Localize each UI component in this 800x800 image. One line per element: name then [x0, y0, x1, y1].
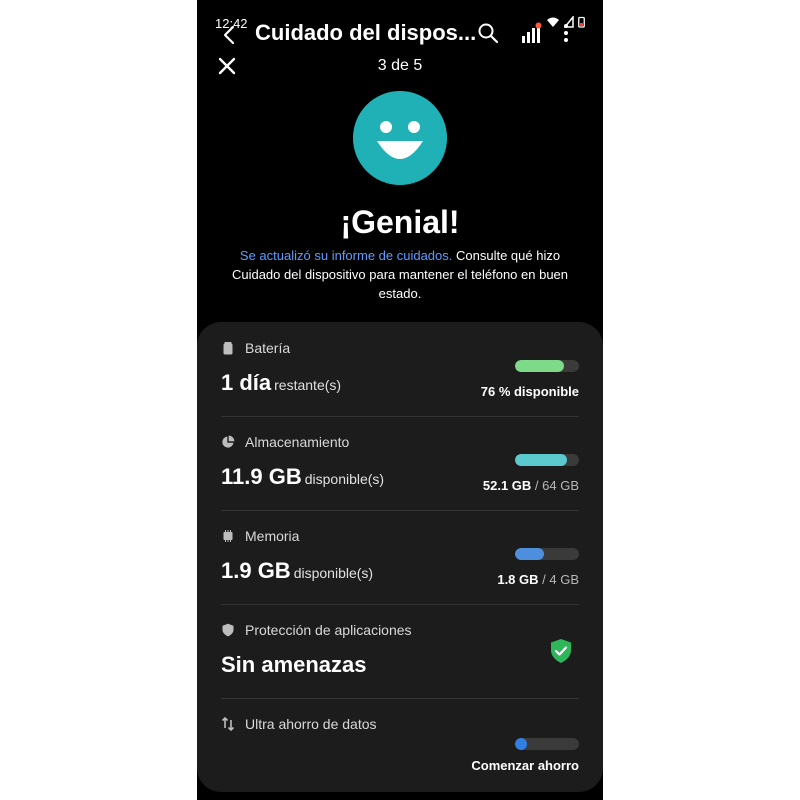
shield-icon — [222, 623, 234, 637]
pie-chart-icon — [222, 435, 235, 448]
storage-meta: 52.1 GB / 64 GB — [483, 478, 579, 493]
signal-bars-icon[interactable] — [521, 22, 543, 44]
battery-meta: 76 % disponible — [481, 384, 579, 399]
protection-label: Protección de aplicaciones — [245, 622, 412, 638]
shield-check-icon — [551, 639, 571, 663]
battery-bar-fill — [515, 360, 564, 372]
storage-bar — [515, 454, 579, 466]
search-icon[interactable] — [477, 22, 499, 44]
protection-row[interactable]: Protección de aplicaciones Sin amenazas — [221, 604, 579, 698]
headline: ¡Genial! — [340, 204, 460, 240]
battery-bar — [515, 360, 579, 372]
wifi-icon — [547, 17, 559, 27]
battery-value-number: 1 día — [221, 370, 272, 395]
data-saver-bar — [515, 738, 579, 750]
more-vertical-icon[interactable] — [559, 22, 573, 44]
chip-icon — [223, 530, 233, 542]
storage-used: 52.1 GB — [482, 478, 532, 493]
phone-screen: 12:42 Cuidado del dispos... 3 de 5 ¡Geni… — [197, 0, 603, 800]
battery-icon — [223, 342, 233, 355]
memory-meta: 1.8 GB / 4 GB — [497, 572, 579, 587]
back-arrow-icon[interactable] — [219, 24, 241, 46]
battery-status-icon — [578, 16, 585, 28]
start-saving-button[interactable]: Comenzar ahorro — [471, 758, 579, 773]
data-saver-label: Ultra ahorro de datos — [245, 716, 377, 732]
memory-label: Memoria — [245, 528, 300, 544]
memory-value-unit: disponible(s) — [293, 565, 374, 581]
protection-value: Sin amenazas — [221, 652, 367, 678]
memory-row[interactable]: Memoria 1.9 GB disponible(s) 1.8 GB / 4 G… — [221, 510, 579, 604]
report-link[interactable]: Se actualizó su informe de cuidados. — [240, 248, 452, 263]
page-title: Cuidado del dispos... — [255, 20, 477, 45]
storage-bar-fill — [515, 454, 567, 466]
storage-value-unit: disponible(s) — [304, 471, 385, 487]
device-care-card: Batería 1 día restante(s) 76 % disponible… — [197, 322, 603, 792]
memory-value: 1.9 GB disponible(s) — [221, 558, 373, 584]
battery-value-unit: restante(s) — [274, 377, 342, 393]
storage-value: 11.9 GB disponible(s) — [221, 464, 384, 490]
battery-label: Batería — [245, 340, 291, 356]
data-saver-icon — [221, 717, 235, 731]
page-indicator: 3 de 5 — [377, 57, 423, 74]
data-saver-bar-fill — [515, 738, 527, 750]
battery-value: 1 día restante(s) — [221, 370, 341, 396]
memory-bar — [515, 548, 579, 560]
memory-value-number: 1.9 GB — [221, 558, 291, 583]
memory-used: 1.8 GB — [497, 572, 539, 587]
data-saver-row[interactable]: Ultra ahorro de datos Comenzar ahorro — [221, 698, 579, 792]
data-saver-meta: Comenzar ahorro — [471, 758, 579, 773]
battery-row[interactable]: Batería 1 día restante(s) 76 % disponible — [221, 322, 579, 416]
protection-status: Sin amenazas — [221, 652, 367, 677]
battery-percent-text: 76 % disponible — [480, 384, 579, 399]
storage-value-number: 11.9 GB — [221, 464, 302, 489]
storage-total: / 64 GB — [531, 478, 579, 493]
smiley-face-icon — [353, 91, 447, 185]
memory-total: / 4 GB — [538, 572, 579, 587]
description: Se actualizó su informe de cuidados. Con… — [223, 246, 577, 303]
storage-label: Almacenamiento — [245, 434, 350, 450]
memory-bar-fill — [515, 548, 544, 560]
storage-row[interactable]: Almacenamiento 11.9 GB disponible(s) 52.1… — [221, 416, 579, 510]
